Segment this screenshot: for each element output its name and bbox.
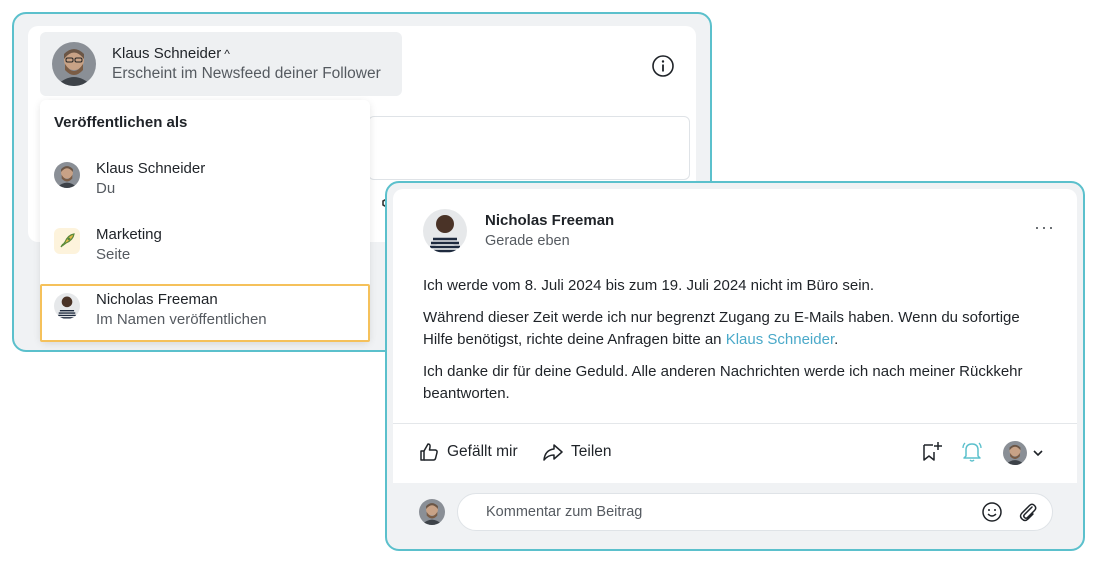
compose-textarea[interactable] <box>368 116 690 180</box>
publish-as-option-klaus[interactable]: Klaus Schneider Du <box>40 154 370 212</box>
post-header: Nicholas Freeman Gerade eben <box>423 209 614 253</box>
emoji-icon[interactable] <box>981 501 1003 523</box>
post-author-name[interactable]: Nicholas Freeman <box>485 211 614 231</box>
chevron-down-icon[interactable] <box>1032 448 1044 458</box>
comment-area: Kommentar zum Beitrag <box>393 483 1077 545</box>
publish-as-option-marketing[interactable]: Marketing Seite <box>40 220 370 278</box>
like-button[interactable]: Gefällt mir <box>419 442 518 462</box>
option-subtitle: Du <box>96 180 116 197</box>
avatar <box>54 293 80 319</box>
option-text: Marketing Seite <box>96 225 162 265</box>
author-subtitle: Erscheint im Newsfeed deiner Follower <box>112 65 381 82</box>
post-paragraph: Ich werde vom 8. Juli 2024 bis zum 19. J… <box>423 277 875 294</box>
post-paragraph: Ich danke dir für deine Geduld. Alle and… <box>423 363 1023 402</box>
author-selector[interactable]: Klaus Schneider ^ Erscheint im Newsfeed d… <box>40 32 402 96</box>
publish-as-option-nicholas[interactable]: Nicholas Freeman Im Namen veröffentliche… <box>40 284 370 342</box>
avatar[interactable] <box>1003 441 1027 465</box>
option-name: Marketing <box>96 226 162 243</box>
author-info: Klaus Schneider ^ Erscheint im Newsfeed d… <box>112 44 381 84</box>
like-label: Gefällt mir <box>447 443 518 460</box>
avatar <box>419 499 445 525</box>
avatar[interactable] <box>423 209 467 253</box>
avatar <box>54 162 80 188</box>
bookmark-add-icon[interactable] <box>921 441 943 463</box>
author-name: Klaus Schneider ^ <box>112 45 230 62</box>
bell-icon[interactable] <box>961 441 983 463</box>
publish-as-dropdown: Veröffentlichen als Klaus Schneider Du M… <box>40 100 370 342</box>
post-actions-bar: Gefällt mir Teilen <box>393 423 1077 484</box>
post-body: Ich werde vom 8. Juli 2024 bis zum 19. J… <box>423 275 1023 415</box>
thumbs-up-icon <box>420 443 438 461</box>
comment-input[interactable]: Kommentar zum Beitrag <box>457 493 1053 531</box>
share-arrow-icon <box>543 444 563 461</box>
option-subtitle: Im Namen veröffentlichen <box>96 311 267 328</box>
mention-link[interactable]: Klaus Schneider <box>726 331 834 348</box>
post-card: Nicholas Freeman Gerade eben ··· Ich wer… <box>385 181 1085 551</box>
publish-as-heading: Veröffentlichen als <box>54 114 188 131</box>
option-name: Klaus Schneider <box>96 160 206 177</box>
post-author-info: Nicholas Freeman Gerade eben <box>485 211 614 251</box>
info-circle-icon[interactable] <box>651 54 675 78</box>
paperclip-icon[interactable] <box>1017 501 1039 523</box>
option-text: Nicholas Freeman Im Namen veröffentliche… <box>96 290 267 330</box>
more-options-button[interactable]: ··· <box>1034 217 1055 238</box>
option-text: Klaus Schneider Du <box>96 159 205 199</box>
share-button[interactable]: Teilen <box>543 442 612 462</box>
chevron-up-icon: ^ <box>224 47 230 61</box>
post-paragraph: Während dieser Zeit werde ich nur begren… <box>423 309 1020 348</box>
option-subtitle: Seite <box>96 246 131 263</box>
avatar <box>52 42 96 86</box>
option-name: Nicholas Freeman <box>96 291 218 308</box>
post-timestamp: Gerade eben <box>485 233 570 249</box>
rocket-icon <box>54 228 80 254</box>
share-label: Teilen <box>571 443 612 460</box>
